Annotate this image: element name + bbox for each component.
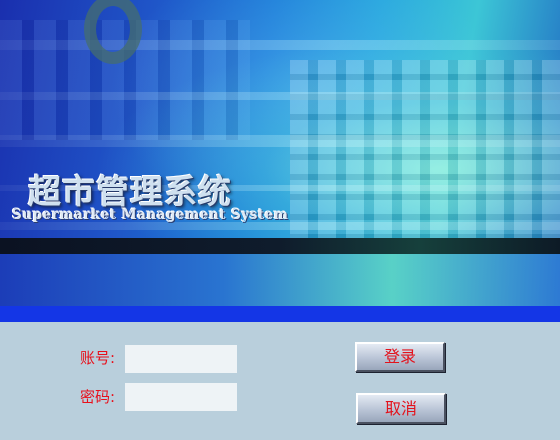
banner-shelf-graphic-right: [290, 60, 560, 240]
banner-bottom-glow: [0, 254, 560, 308]
supermarket-banner: 超市管理系统 Supermarket Management System: [0, 0, 560, 308]
password-label: 密码:: [80, 388, 116, 406]
banner-shelf-stripe: [0, 135, 560, 147]
banner-divider: [0, 306, 560, 322]
username-input[interactable]: [125, 345, 237, 373]
login-form: 账号: 密码: 登录 取消: [0, 322, 560, 440]
banner-shelf-stripe: [0, 40, 560, 50]
login-window: 超市管理系统 Supermarket Management System 账号:…: [0, 0, 560, 440]
cancel-button[interactable]: 取消: [356, 393, 446, 424]
app-title: 超市管理系统: [28, 172, 232, 211]
password-input[interactable]: [125, 383, 237, 411]
username-label: 账号:: [80, 349, 116, 367]
banner-dark-band: [0, 238, 560, 254]
app-subtitle: Supermarket Management System: [12, 207, 289, 223]
banner-shelf-stripe: [0, 92, 560, 100]
banner-shelf-stripe: [0, 222, 560, 230]
login-button[interactable]: 登录: [355, 342, 445, 372]
